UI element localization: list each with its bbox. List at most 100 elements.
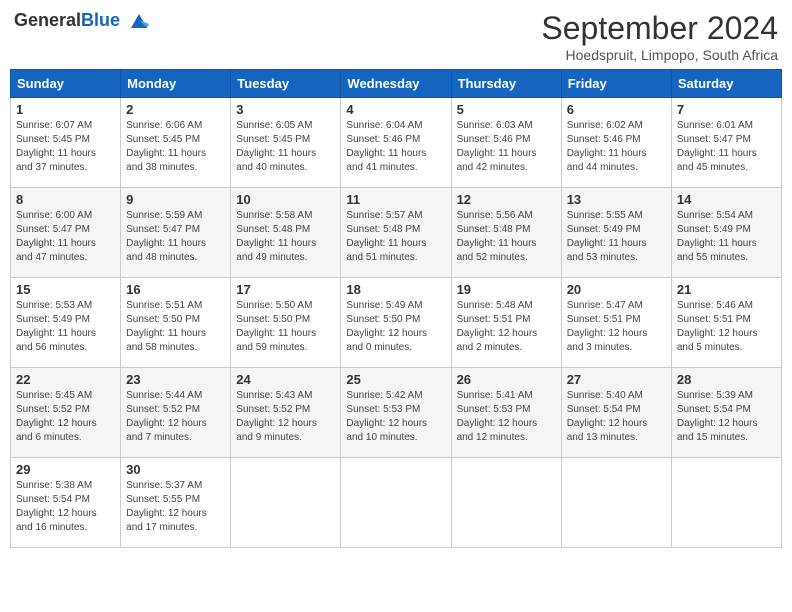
logo-blue: Blue [81,10,120,30]
calendar-table: SundayMondayTuesdayWednesdayThursdayFrid… [10,69,782,548]
day-detail: Sunrise: 6:03 AMSunset: 5:46 PMDaylight:… [457,119,556,175]
calendar-day-cell: 27 Sunrise: 5:40 AMSunset: 5:54 PMDayligh… [561,368,671,458]
day-number: 26 [457,372,556,387]
day-number: 25 [346,372,445,387]
day-number: 1 [16,102,115,117]
logo-icon [127,10,151,34]
day-detail: Sunrise: 6:02 AMSunset: 5:46 PMDaylight:… [567,119,666,175]
day-number: 14 [677,192,776,207]
calendar-day-cell: 9Sunrise: 5:59 AMSunset: 5:47 PMDaylight… [121,188,231,278]
calendar-day-cell: 15 Sunrise: 5:53 AMSunset: 5:49 PMDayligh… [11,278,121,368]
calendar-week-row: 8 Sunrise: 6:00 AMSunset: 5:47 PMDaylight… [11,188,782,278]
calendar-day-cell: 19 Sunrise: 5:48 AMSunset: 5:51 PMDayligh… [451,278,561,368]
calendar-day-cell: 2 Sunrise: 6:06 AMSunset: 5:45 PMDaylight… [121,98,231,188]
day-detail: Sunrise: 6:05 AMSunset: 5:45 PMDaylight:… [236,119,335,175]
day-detail: Sunrise: 5:42 AMSunset: 5:53 PMDaylight:… [346,389,445,445]
calendar-day-cell: 3 Sunrise: 6:05 AMSunset: 5:45 PMDaylight… [231,98,341,188]
day-detail: Sunrise: 5:56 AMSunset: 5:48 PMDaylight:… [457,209,556,265]
calendar-week-row: 22Sunrise: 5:45 AMSunset: 5:52 PMDayligh… [11,368,782,458]
day-detail: Sunrise: 5:48 AMSunset: 5:51 PMDaylight:… [457,299,556,355]
day-detail: Sunrise: 6:00 AMSunset: 5:47 PMDaylight:… [16,209,115,265]
day-detail: Sunrise: 6:06 AMSunset: 5:45 PMDaylight:… [126,119,225,175]
calendar-day-cell: 6Sunrise: 6:02 AMSunset: 5:46 PMDaylight… [561,98,671,188]
calendar-day-cell [231,458,341,548]
calendar-week-row: 15 Sunrise: 5:53 AMSunset: 5:49 PMDayligh… [11,278,782,368]
day-detail: Sunrise: 5:58 AMSunset: 5:48 PMDaylight:… [236,209,335,265]
calendar-day-cell: 7 Sunrise: 6:01 AMSunset: 5:47 PMDaylight… [671,98,781,188]
calendar-day-cell: 12 Sunrise: 5:56 AMSunset: 5:48 PMDayligh… [451,188,561,278]
day-number: 15 [16,282,115,297]
calendar-day-cell: 1 Sunrise: 6:07 AMSunset: 5:45 PMDaylight… [11,98,121,188]
day-of-week-header: Tuesday [231,70,341,98]
day-detail: Sunrise: 5:50 AMSunset: 5:50 PMDaylight:… [236,299,335,355]
calendar-day-cell: 17Sunrise: 5:50 AMSunset: 5:50 PMDayligh… [231,278,341,368]
day-number: 13 [567,192,666,207]
day-of-week-header: Thursday [451,70,561,98]
day-detail: Sunrise: 5:45 AMSunset: 5:52 PMDaylight:… [16,389,115,445]
day-number: 11 [346,192,445,207]
day-number: 3 [236,102,335,117]
day-detail: Sunrise: 5:47 AMSunset: 5:51 PMDaylight:… [567,299,666,355]
calendar-day-cell [341,458,451,548]
calendar-day-cell: 14 Sunrise: 5:54 AMSunset: 5:49 PMDayligh… [671,188,781,278]
day-detail: Sunrise: 6:07 AMSunset: 5:45 PMDaylight:… [16,119,115,175]
day-header-row: SundayMondayTuesdayWednesdayThursdayFrid… [11,70,782,98]
day-of-week-header: Sunday [11,70,121,98]
day-detail: Sunrise: 5:37 AMSunset: 5:55 PMDaylight:… [126,479,225,535]
day-of-week-header: Wednesday [341,70,451,98]
day-number: 30 [126,462,225,477]
day-number: 7 [677,102,776,117]
day-number: 2 [126,102,225,117]
calendar-day-cell: 18Sunrise: 5:49 AMSunset: 5:50 PMDayligh… [341,278,451,368]
calendar-day-cell: 4 Sunrise: 6:04 AMSunset: 5:46 PMDaylight… [341,98,451,188]
day-detail: Sunrise: 5:57 AMSunset: 5:48 PMDaylight:… [346,209,445,265]
calendar-day-cell: 11 Sunrise: 5:57 AMSunset: 5:48 PMDayligh… [341,188,451,278]
day-number: 29 [16,462,115,477]
day-detail: Sunrise: 5:43 AMSunset: 5:52 PMDaylight:… [236,389,335,445]
calendar-day-cell: 21 Sunrise: 5:46 AMSunset: 5:51 PMDayligh… [671,278,781,368]
calendar-day-cell: 20 Sunrise: 5:47 AMSunset: 5:51 PMDayligh… [561,278,671,368]
day-number: 27 [567,372,666,387]
day-detail: Sunrise: 5:39 AMSunset: 5:54 PMDaylight:… [677,389,776,445]
day-number: 8 [16,192,115,207]
calendar-day-cell: 23Sunrise: 5:44 AMSunset: 5:52 PMDayligh… [121,368,231,458]
day-number: 5 [457,102,556,117]
day-of-week-header: Friday [561,70,671,98]
logo-general: General [14,10,81,30]
page-header: GeneralBlue September 2024 Hoedspruit, L… [10,10,782,63]
day-detail: Sunrise: 5:46 AMSunset: 5:51 PMDaylight:… [677,299,776,355]
day-number: 4 [346,102,445,117]
day-detail: Sunrise: 5:44 AMSunset: 5:52 PMDaylight:… [126,389,225,445]
calendar-day-cell: 8 Sunrise: 6:00 AMSunset: 5:47 PMDaylight… [11,188,121,278]
day-detail: Sunrise: 6:01 AMSunset: 5:47 PMDaylight:… [677,119,776,175]
day-number: 16 [126,282,225,297]
calendar-day-cell: 24 Sunrise: 5:43 AMSunset: 5:52 PMDayligh… [231,368,341,458]
day-number: 10 [236,192,335,207]
day-number: 24 [236,372,335,387]
day-number: 20 [567,282,666,297]
day-detail: Sunrise: 5:49 AMSunset: 5:50 PMDaylight:… [346,299,445,355]
calendar-day-cell: 29 Sunrise: 5:38 AMSunset: 5:54 PMDayligh… [11,458,121,548]
day-detail: Sunrise: 5:55 AMSunset: 5:49 PMDaylight:… [567,209,666,265]
location-subtitle: Hoedspruit, Limpopo, South Africa [541,47,778,63]
calendar-day-cell: 22Sunrise: 5:45 AMSunset: 5:52 PMDayligh… [11,368,121,458]
calendar-day-cell: 30 Sunrise: 5:37 AMSunset: 5:55 PMDayligh… [121,458,231,548]
logo: GeneralBlue [14,10,151,34]
day-detail: Sunrise: 5:59 AMSunset: 5:47 PMDaylight:… [126,209,225,265]
calendar-week-row: 1 Sunrise: 6:07 AMSunset: 5:45 PMDaylight… [11,98,782,188]
day-detail: Sunrise: 5:53 AMSunset: 5:49 PMDaylight:… [16,299,115,355]
day-number: 21 [677,282,776,297]
calendar-day-cell: 28Sunrise: 5:39 AMSunset: 5:54 PMDayligh… [671,368,781,458]
day-detail: Sunrise: 6:04 AMSunset: 5:46 PMDaylight:… [346,119,445,175]
day-number: 19 [457,282,556,297]
calendar-week-row: 29 Sunrise: 5:38 AMSunset: 5:54 PMDayligh… [11,458,782,548]
day-detail: Sunrise: 5:40 AMSunset: 5:54 PMDaylight:… [567,389,666,445]
day-detail: Sunrise: 5:38 AMSunset: 5:54 PMDaylight:… [16,479,115,535]
calendar-day-cell: 16 Sunrise: 5:51 AMSunset: 5:50 PMDayligh… [121,278,231,368]
day-detail: Sunrise: 5:51 AMSunset: 5:50 PMDaylight:… [126,299,225,355]
day-detail: Sunrise: 5:54 AMSunset: 5:49 PMDaylight:… [677,209,776,265]
calendar-day-cell: 25 Sunrise: 5:42 AMSunset: 5:53 PMDayligh… [341,368,451,458]
day-number: 12 [457,192,556,207]
calendar-day-cell [561,458,671,548]
calendar-day-cell: 10 Sunrise: 5:58 AMSunset: 5:48 PMDayligh… [231,188,341,278]
